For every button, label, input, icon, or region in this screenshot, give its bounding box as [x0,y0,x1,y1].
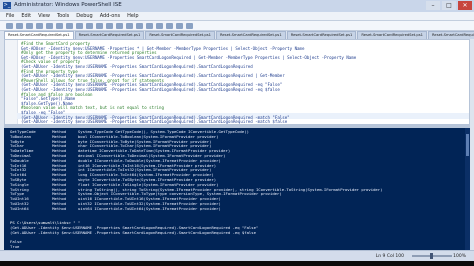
save-icon[interactable] [26,22,33,29]
run-selection-icon[interactable] [106,22,113,29]
remote-icon[interactable] [136,22,143,29]
menu-item-debug[interactable]: Debug [76,13,92,19]
debug-icon[interactable] [126,22,133,29]
status-bar: Ln 9 Col 100 100% [0,250,474,261]
script-tab[interactable]: Reset-SmartCardRequiredSet.ps1 [216,31,286,39]
script-tab[interactable]: Reset-SmartCardRequiredSet.ps1 [428,31,474,39]
copy-icon[interactable] [46,22,53,29]
maximize-button[interactable]: □ [442,1,456,10]
zoom-slider[interactable] [412,253,452,259]
menu-item-edit[interactable]: Edit [21,13,31,19]
powershell-icon[interactable] [146,22,153,29]
powershell-icon: >_ [3,2,11,9]
paste-icon[interactable] [56,22,63,29]
console-pane[interactable]: GetTypeCode Method System.TypeCode GetTy… [4,128,470,250]
clear-icon[interactable] [66,22,73,29]
cursor-position: Ln 9 Col 100 [375,254,404,259]
console-output-line: (Get-ADUser -Identity $env:USERNAME -Pro… [10,229,256,235]
script-tab[interactable]: Reset-SmartCardRequiredSet.ps1 [145,31,216,39]
layout-icon[interactable] [156,22,163,29]
redo-icon[interactable] [86,22,93,29]
menu-bar: File Edit View Tools Debug Add-ons Help [0,12,474,21]
console-output-line: ToUInt64 Method uint64 IConvertible.ToUI… [10,205,221,211]
script-tab[interactable]: Reset-SmartCardRequiredSet.ps1 [4,31,74,39]
menu-item-add-ons[interactable]: Add-ons [100,13,120,19]
new-icon[interactable] [6,22,13,29]
commands-icon[interactable] [186,22,193,29]
script-tabs: Reset-SmartCardRequiredSet.ps1 Reset-Smar… [0,31,474,39]
menu-item-tools[interactable]: Tools [57,13,69,19]
script-editor[interactable]: #Find the SmartCard property Get-ADUser -… [4,39,470,125]
powershell-ise-window: >_ Administrator: Windows PowerShell ISE… [0,0,474,266]
undo-icon[interactable] [76,22,83,29]
show-pane-icon[interactable] [166,22,173,29]
menu-item-view[interactable]: View [38,13,50,19]
minimize-button[interactable]: – [426,1,440,10]
zoom-slider-knob[interactable] [430,253,433,259]
scrollbar-thumb[interactable] [466,134,469,156]
console-scrollbar[interactable] [465,128,470,250]
line-number-gutter [5,40,18,124]
run-icon[interactable] [96,22,103,29]
toolbar [0,21,474,31]
script-tab[interactable]: Reset-SmartCardRequiredSet.ps1 [74,31,145,39]
cut-icon[interactable] [36,22,43,29]
zoom-level: 100% [453,254,466,259]
script-tab[interactable]: Reset-SmartCardRequiredSet.ps1 [357,31,428,39]
show-pane-icon[interactable] [176,22,183,29]
stop-icon[interactable] [116,22,123,29]
window-title: Administrator: Windows PowerShell ISE [14,2,122,8]
desktop-edge [0,261,474,266]
open-icon[interactable] [16,22,23,29]
menu-item-file[interactable]: File [6,13,14,19]
script-tab[interactable]: Reset-SmartCardRequiredSet.ps1 [286,31,357,39]
menu-item-help[interactable]: Help [127,13,138,19]
close-button[interactable]: ✕ [458,1,472,10]
window-controls: – □ ✕ [426,1,472,10]
